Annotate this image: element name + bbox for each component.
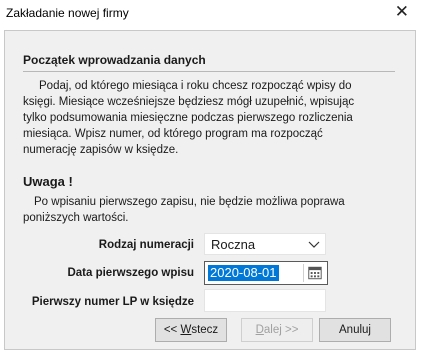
lp-number-input[interactable] xyxy=(204,289,326,312)
intro-line: numerację zapisów w księdze. xyxy=(23,144,179,156)
cancel-button[interactable]: Anuluj xyxy=(319,318,391,342)
section-heading-start: Początek wprowadzania danych xyxy=(23,53,206,67)
window-title: Zakładanie nowej firmy xyxy=(6,6,129,20)
warning-line: poniższych wartości. xyxy=(23,212,129,224)
intro-paragraph: Podaj, od którego miesiąca i roku chcesz… xyxy=(23,78,395,158)
intro-line: miesiąca. Wpisz numer, od którego progra… xyxy=(23,128,323,140)
back-button[interactable]: << Wstecz xyxy=(155,318,227,342)
close-icon[interactable]: ✕ xyxy=(395,2,409,22)
lp-label: Pierwszy numer LP w księdze xyxy=(31,296,194,308)
title-bar: Zakładanie nowej firmy ✕ xyxy=(0,0,421,30)
wizard-panel: Początek wprowadzania danych Podaj, od k… xyxy=(4,30,416,350)
numbering-select[interactable]: Roczna xyxy=(204,233,326,255)
back-button-prefix: << xyxy=(163,324,181,336)
date-value[interactable]: 2020-08-01 xyxy=(208,265,279,281)
next-button-rest: alej >> xyxy=(263,324,299,336)
warning-paragraph: Po wpisaniu pierwszego zapisu, nie będzi… xyxy=(23,194,395,226)
numbering-value: Roczna xyxy=(211,237,256,252)
date-label: Data pierwszego wpisu xyxy=(67,267,194,279)
intro-line: księgi. Miesiące wcześniejsze będziesz m… xyxy=(23,96,355,108)
next-button-accel: D xyxy=(255,324,264,336)
divider xyxy=(23,71,395,72)
next-button[interactable]: Dalej >> xyxy=(241,318,313,342)
warning-line: Po wpisaniu pierwszego zapisu, nie będzi… xyxy=(34,196,345,208)
calendar-icon[interactable] xyxy=(303,264,325,282)
date-field[interactable]: 2020-08-01 xyxy=(204,261,328,285)
intro-line: Podaj, od którego miesiąca i roku chcesz… xyxy=(39,80,352,92)
section-heading-warning: Uwaga ! xyxy=(23,174,73,189)
intro-line: tylko podsumowania miesięczne podczas pi… xyxy=(23,112,353,124)
chevron-down-icon[interactable] xyxy=(308,239,320,249)
back-button-accel: W xyxy=(180,324,192,336)
back-button-rest: stecz xyxy=(191,324,219,336)
numbering-label: Rodzaj numeracji xyxy=(98,239,194,251)
